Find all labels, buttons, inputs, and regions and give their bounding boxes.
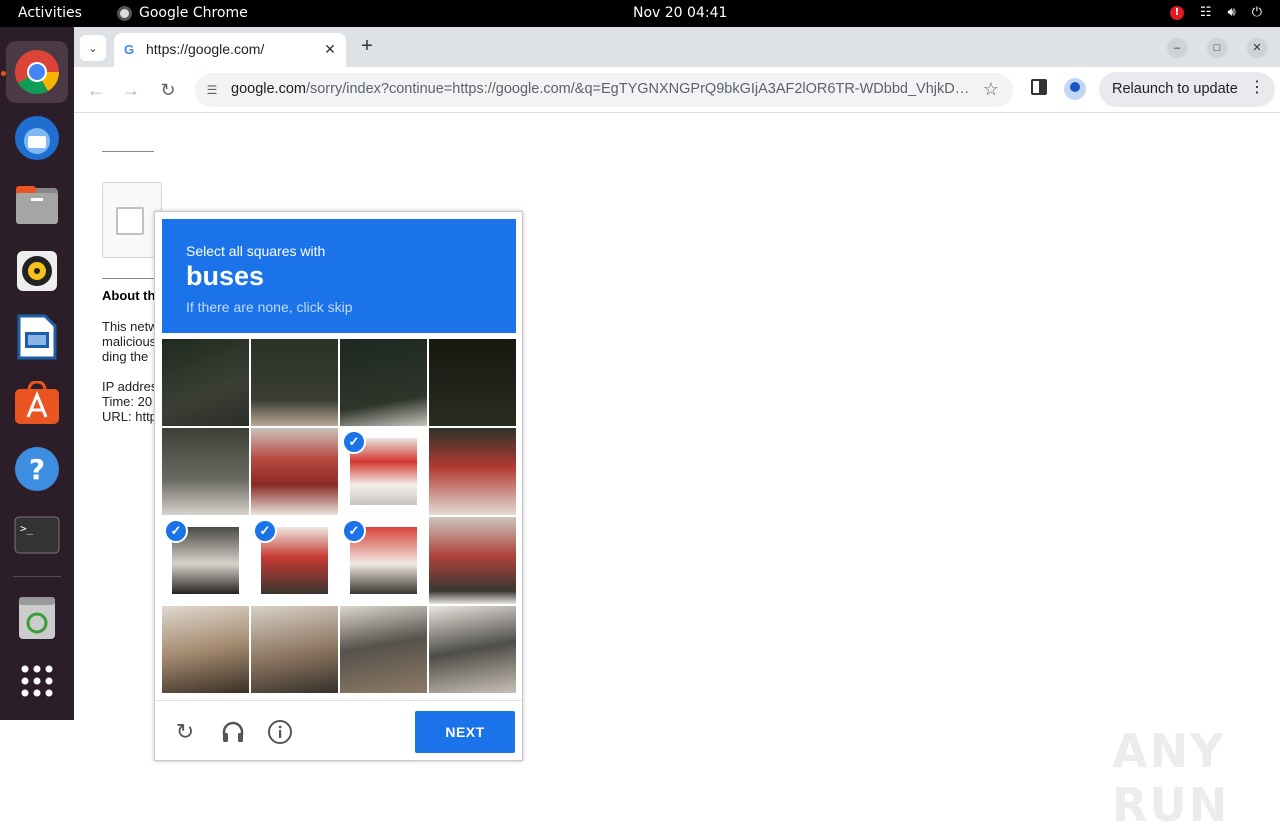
close-window-button[interactable]: ✕ bbox=[1247, 38, 1267, 58]
challenge-target: buses bbox=[186, 261, 265, 291]
tab-strip: ⌄ G https://google.com/ ✕ + – □ ✕ bbox=[74, 27, 1280, 67]
url-text[interactable]: google.com/sorry/index?continue=https://… bbox=[231, 81, 971, 97]
info-line: Time: 20 bbox=[102, 394, 153, 409]
chrome-small-icon bbox=[117, 5, 132, 21]
dock: ? >_ bbox=[0, 27, 74, 720]
browser-toolbar: ← → ↻ ☰ google.com/sorry/index?continue=… bbox=[74, 67, 1280, 113]
image-tile[interactable] bbox=[162, 339, 249, 426]
alert-icon[interactable]: ! bbox=[1169, 5, 1184, 20]
selected-check-icon: ✓ bbox=[342, 519, 366, 543]
tab-google[interactable]: G https://google.com/ ✕ bbox=[114, 33, 346, 67]
relaunch-to-update-button[interactable]: Relaunch to update ⋮ bbox=[1099, 72, 1275, 107]
image-tile-selected[interactable]: ✓ bbox=[251, 517, 338, 604]
chrome-dock-icon[interactable] bbox=[6, 41, 68, 103]
bookmark-star-icon[interactable]: ☆ bbox=[983, 79, 999, 100]
new-tab-button[interactable]: + bbox=[356, 36, 378, 58]
clock[interactable]: Nov 20 04:41 bbox=[633, 5, 727, 21]
image-tile[interactable] bbox=[251, 606, 338, 693]
audio-challenge-icon[interactable] bbox=[220, 719, 246, 745]
writer-dock-icon[interactable] bbox=[6, 306, 68, 368]
app-name: Google Chrome bbox=[139, 5, 248, 21]
challenge-footer: ↻ NEXT bbox=[155, 700, 522, 760]
image-tile[interactable] bbox=[162, 606, 249, 693]
im-not-a-robot-checkbox[interactable] bbox=[116, 207, 144, 235]
svg-text:>_: >_ bbox=[20, 522, 34, 535]
info-line: URL: http bbox=[102, 409, 157, 424]
recaptcha-challenge-popup: Select all squares with buses If there a… bbox=[154, 211, 523, 761]
site-info-icon[interactable]: ☰ bbox=[203, 81, 221, 99]
image-tile[interactable] bbox=[251, 428, 338, 515]
power-icon[interactable]: ⏻ bbox=[1252, 5, 1262, 20]
tab-title: https://google.com/ bbox=[146, 41, 265, 57]
tab-search-button[interactable]: ⌄ bbox=[80, 35, 106, 61]
image-tile-selected[interactable]: ✓ bbox=[340, 517, 427, 604]
side-panel-icon[interactable] bbox=[1031, 79, 1047, 95]
minimize-button[interactable]: – bbox=[1167, 38, 1187, 58]
profile-avatar-icon[interactable] bbox=[1064, 78, 1086, 100]
image-tile[interactable] bbox=[340, 339, 427, 426]
about-heading: About th bbox=[102, 288, 156, 303]
show-apps-icon[interactable] bbox=[6, 650, 68, 712]
gnome-top-bar: Activities Google Chrome Nov 20 04:41 ! … bbox=[0, 0, 1280, 27]
divider bbox=[102, 151, 154, 152]
image-tile[interactable] bbox=[340, 606, 427, 693]
image-tile[interactable] bbox=[251, 339, 338, 426]
anyrun-watermark: ANY RUN bbox=[1112, 724, 1230, 832]
reload-challenge-icon[interactable]: ↻ bbox=[172, 719, 198, 745]
page-content: About th This netw malicious ding the IP… bbox=[74, 114, 1280, 832]
next-button[interactable]: NEXT bbox=[415, 711, 515, 753]
image-tile[interactable] bbox=[429, 339, 516, 426]
system-tray[interactable]: ! ☷ 🔊︎ ⏻ bbox=[1169, 5, 1262, 20]
address-bar[interactable]: ☰ google.com/sorry/index?continue=https:… bbox=[195, 73, 1013, 107]
info-line: This netw bbox=[102, 319, 158, 334]
more-menu-icon[interactable]: ⋮ bbox=[1249, 79, 1265, 97]
network-icon[interactable]: ☷ bbox=[1200, 5, 1212, 20]
challenge-instruction: Select all squares with bbox=[186, 243, 326, 259]
app-center-dock-icon[interactable] bbox=[6, 372, 68, 434]
files-dock-icon[interactable] bbox=[6, 174, 68, 236]
image-tile-selected[interactable]: ✓ bbox=[340, 428, 427, 515]
image-tile[interactable] bbox=[429, 428, 516, 515]
recaptcha-anchor bbox=[102, 182, 162, 258]
reload-button[interactable]: ↻ bbox=[156, 78, 180, 102]
info-line: malicious bbox=[102, 334, 157, 349]
rhythmbox-dock-icon[interactable] bbox=[6, 240, 68, 302]
divider bbox=[102, 278, 154, 279]
image-tile[interactable] bbox=[162, 428, 249, 515]
selected-check-icon: ✓ bbox=[164, 519, 188, 543]
challenge-image-grid: ✓ ✓ ✓ ✓ bbox=[162, 339, 516, 693]
activities-button[interactable]: Activities bbox=[18, 5, 82, 21]
selected-check-icon: ✓ bbox=[342, 430, 366, 454]
image-tile[interactable] bbox=[429, 606, 516, 693]
close-tab-icon[interactable]: ✕ bbox=[320, 39, 340, 59]
info-icon[interactable] bbox=[267, 719, 293, 745]
challenge-skip-hint: If there are none, click skip bbox=[186, 299, 353, 315]
terminal-dock-icon[interactable]: >_ bbox=[6, 504, 68, 566]
chrome-window: ⌄ G https://google.com/ ✕ + – □ ✕ ← → ↻ … bbox=[74, 27, 1280, 832]
thunderbird-dock-icon[interactable] bbox=[6, 107, 68, 169]
dock-separator bbox=[13, 576, 61, 577]
back-button[interactable]: ← bbox=[84, 78, 108, 102]
selected-check-icon: ✓ bbox=[253, 519, 277, 543]
svg-text:?: ? bbox=[29, 453, 45, 486]
forward-button[interactable]: → bbox=[119, 78, 143, 102]
trash-dock-icon[interactable] bbox=[6, 587, 68, 649]
help-dock-icon[interactable]: ? bbox=[6, 438, 68, 500]
info-line: ding the bbox=[102, 349, 149, 364]
info-line: IP addres bbox=[102, 379, 158, 394]
maximize-button[interactable]: □ bbox=[1207, 38, 1227, 58]
challenge-header: Select all squares with buses If there a… bbox=[162, 219, 516, 333]
image-tile[interactable] bbox=[429, 517, 516, 604]
image-tile-selected[interactable]: ✓ bbox=[162, 517, 249, 604]
app-menu[interactable]: Google Chrome bbox=[117, 5, 248, 21]
volume-icon[interactable]: 🔊︎ bbox=[1228, 5, 1236, 20]
google-favicon-icon: G bbox=[124, 42, 135, 57]
